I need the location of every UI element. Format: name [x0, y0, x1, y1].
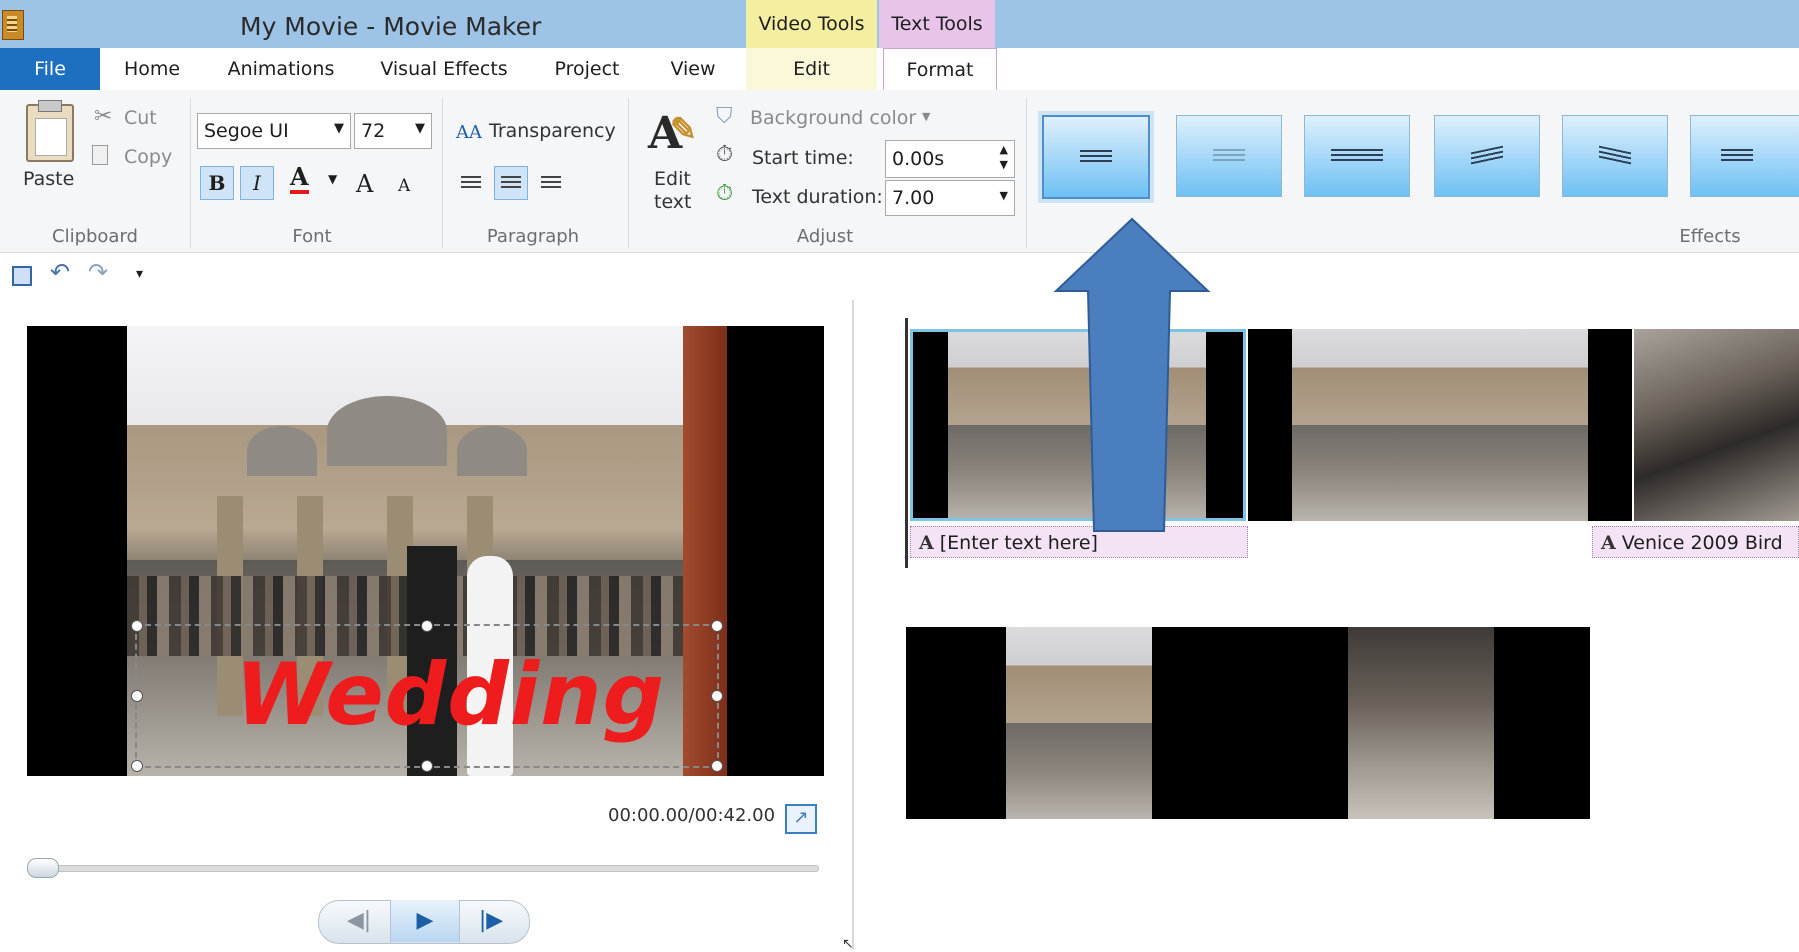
resize-handle[interactable] [131, 620, 143, 632]
start-time-value: 0.00s [892, 148, 945, 170]
chevron-down-icon[interactable]: ▼ [328, 172, 337, 186]
tab-file[interactable]: File [0, 48, 100, 90]
stopwatch-icon: ⏱ [716, 142, 734, 167]
edit-text-line2[interactable]: text [654, 191, 692, 213]
next-frame-icon[interactable]: |▶ [460, 900, 522, 942]
effect-fade[interactable] [1176, 115, 1282, 197]
separator [190, 98, 191, 248]
text-duration-select[interactable]: 7.00 ▼ [885, 180, 1015, 216]
effect-scroll-selected[interactable] [1042, 115, 1150, 199]
copy-icon[interactable] [92, 145, 108, 165]
tab-animations[interactable]: Animations [222, 48, 340, 90]
text-caption-icon: A [919, 532, 934, 554]
timeline-caption[interactable]: A Venice 2009 Bird [1592, 526, 1799, 558]
tab-project[interactable]: Project [544, 48, 630, 90]
resize-handle[interactable] [421, 760, 433, 772]
preview-caption-text[interactable]: Wedding [235, 645, 665, 745]
timeline-clip[interactable] [906, 627, 1590, 819]
resize-handle[interactable] [421, 620, 433, 632]
chevron-down-icon[interactable]: ▼ [922, 110, 930, 123]
effects-group-label: Effects [1679, 226, 1741, 247]
align-center-icon[interactable] [494, 166, 528, 200]
popout-icon[interactable]: ↗ [785, 804, 817, 834]
edit-text-icon[interactable]: A ✎ [648, 108, 697, 159]
separator [1026, 98, 1027, 248]
paste-button[interactable]: Paste [23, 168, 74, 190]
copy-button[interactable]: Copy [124, 146, 172, 168]
customize-toolbar-icon[interactable]: ▾ [136, 266, 143, 282]
undo-icon[interactable]: ↶ [50, 258, 70, 286]
timeline-clip[interactable] [1634, 329, 1799, 521]
tab-view[interactable]: View [660, 48, 726, 90]
text-duration-label: Text duration: [752, 186, 883, 208]
text-caption-icon: A [1601, 532, 1616, 554]
clipboard-group-label: Clipboard [52, 226, 138, 247]
start-time-input[interactable]: 0.00s ▲ ▼ [885, 140, 1015, 178]
window-title: My Movie - Movie Maker [240, 12, 542, 41]
play-icon[interactable]: ▶ [390, 900, 460, 942]
align-right-icon[interactable] [534, 166, 568, 200]
tab-visual-effects[interactable]: Visual Effects [374, 48, 514, 90]
seek-bar[interactable] [27, 865, 819, 872]
adjust-group-label: Adjust [796, 226, 854, 247]
save-icon[interactable] [12, 266, 32, 286]
previous-frame-icon[interactable]: ◀| [330, 900, 388, 942]
tab-edit[interactable]: Edit [746, 48, 877, 90]
paragraph-group-label: Paragraph [486, 226, 580, 247]
resize-handle[interactable] [711, 690, 723, 702]
timeline-clip[interactable] [1248, 329, 1632, 521]
resize-handle[interactable] [131, 760, 143, 772]
separator [628, 98, 629, 248]
timeline-caption-text: [Enter text here] [939, 532, 1098, 554]
paste-icon[interactable] [26, 100, 74, 162]
resize-handle[interactable] [711, 620, 723, 632]
paint-bucket-icon[interactable]: ⛉ [716, 104, 733, 129]
tab-format[interactable]: Format [883, 48, 997, 92]
redo-icon[interactable]: ↷ [88, 258, 108, 286]
font-family-value: Segoe UI [204, 120, 289, 142]
italic-button[interactable]: I [240, 166, 274, 200]
start-time-label: Start time: [752, 147, 854, 169]
align-left-icon[interactable] [454, 166, 488, 200]
chevron-down-icon: ▼ [415, 121, 425, 136]
background-color-button[interactable]: Background color [750, 107, 916, 129]
text-tools-group: Text Tools [879, 0, 995, 48]
grow-font-button[interactable]: A [356, 170, 373, 198]
quick-access-toolbar [0, 253, 1799, 299]
scissors-icon[interactable]: ✂ [94, 104, 112, 129]
video-tools-group: Video Tools [746, 0, 877, 48]
chevron-down-icon: ▼ [334, 121, 344, 136]
font-size-value: 72 [361, 120, 386, 142]
resize-handle[interactable] [131, 690, 143, 702]
resize-handle[interactable] [711, 760, 723, 772]
transparency-icon[interactable]: AA [456, 122, 482, 143]
transparency-button[interactable]: Transparency [489, 120, 616, 142]
font-group-label: Font [292, 226, 332, 247]
chevron-down-icon: ▼ [999, 189, 1008, 202]
annotation-arrow [1053, 217, 1211, 532]
effect-fly-in[interactable] [1434, 115, 1540, 197]
shrink-font-button[interactable]: A [398, 176, 410, 196]
cut-button[interactable]: Cut [124, 107, 157, 129]
font-size-select[interactable]: 72 ▼ [354, 113, 432, 149]
bold-button[interactable]: B [200, 166, 234, 200]
timeline-caption-text: Venice 2009 Bird [1621, 532, 1783, 554]
tab-home[interactable]: Home [112, 48, 192, 90]
duration-stopwatch-icon: ⏱ [716, 181, 734, 206]
seek-thumb[interactable] [27, 858, 59, 878]
movie-maker-app-icon[interactable] [2, 10, 24, 40]
separator [442, 98, 443, 248]
playhead[interactable] [905, 318, 908, 568]
effect-swing[interactable] [1690, 115, 1799, 197]
font-color-button[interactable]: A [290, 164, 309, 194]
spinner-icon[interactable]: ▲ ▼ [1000, 142, 1008, 172]
font-family-select[interactable]: Segoe UI ▼ [197, 113, 351, 149]
timecode: 00:00.00/00:42.00 [608, 805, 776, 826]
pane-divider[interactable] [852, 300, 854, 949]
edit-text-line1[interactable]: Edit [654, 168, 691, 190]
effect-fly-out[interactable] [1562, 115, 1668, 197]
effect-stretch[interactable] [1304, 115, 1410, 197]
text-duration-value: 7.00 [892, 187, 935, 209]
